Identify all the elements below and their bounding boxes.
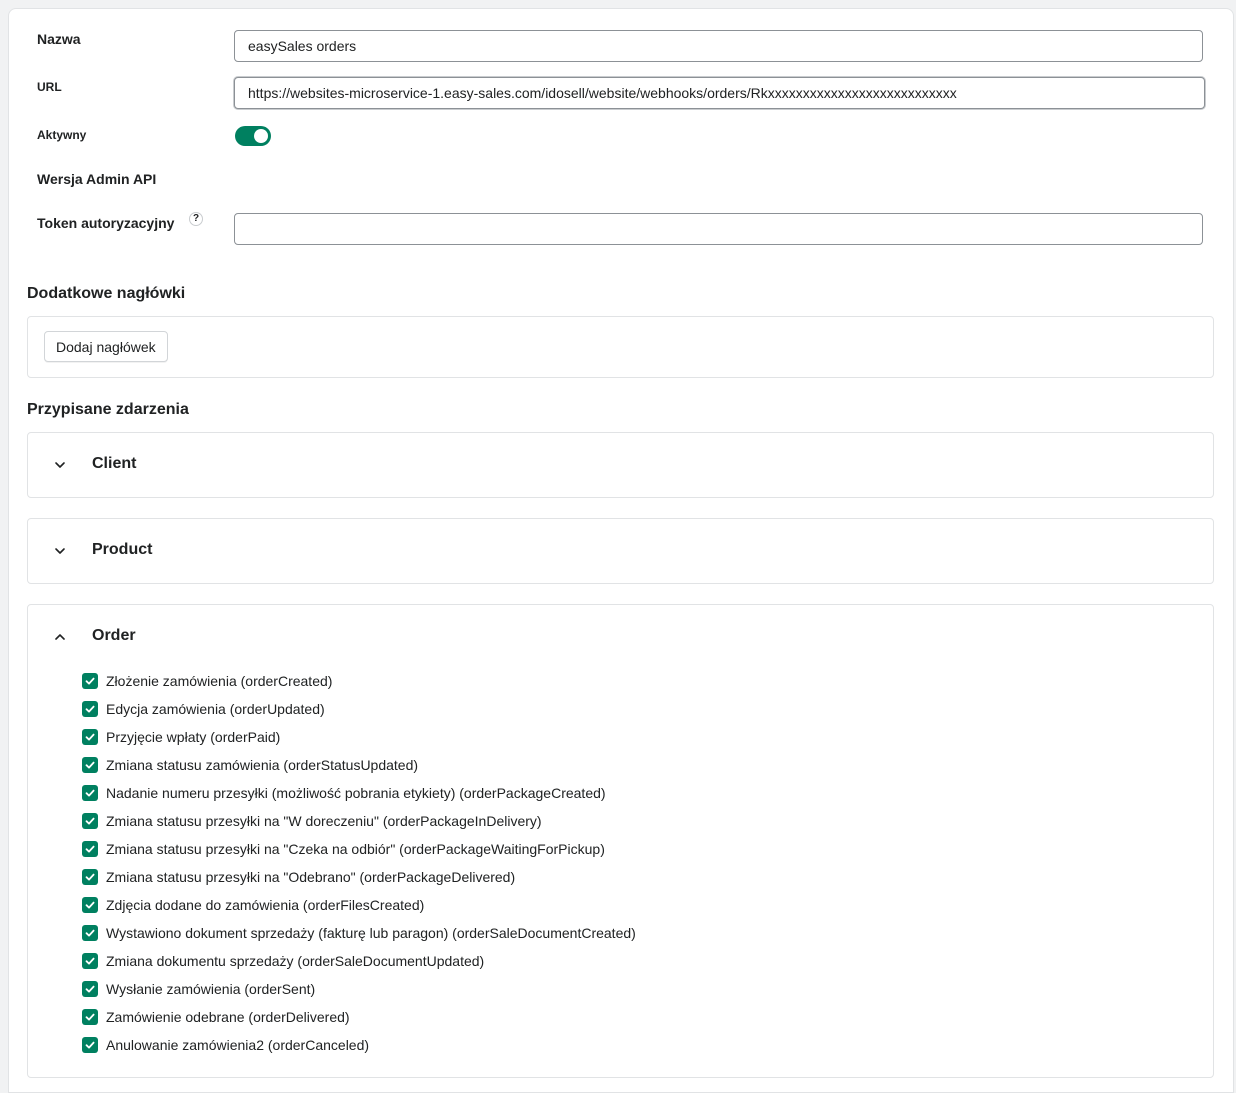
event-label: Przyjęcie wpłaty (orderPaid)	[106, 729, 281, 745]
list-item[interactable]: Zmiana dokumentu sprzedaży (orderSaleDoc…	[82, 947, 636, 975]
checkmark-icon	[85, 873, 95, 881]
checkbox[interactable]	[82, 841, 98, 857]
token-input[interactable]	[234, 213, 1203, 245]
event-label: Złożenie zamówienia (orderCreated)	[106, 673, 333, 689]
checkbox[interactable]	[82, 925, 98, 941]
checkbox[interactable]	[82, 1009, 98, 1025]
list-item[interactable]: Zmiana statusu przesyłki na "Czeka na od…	[82, 835, 636, 863]
event-label: Zmiana dokumentu sprzedaży (orderSaleDoc…	[106, 953, 485, 969]
event-label: Wystawiono dokument sprzedaży (fakturę l…	[106, 925, 636, 941]
event-label: Zdjęcia dodane do zamówienia (orderFiles…	[106, 897, 425, 913]
checkmark-icon	[85, 845, 95, 853]
token-label: Token autoryzacyjny	[37, 215, 175, 231]
list-item[interactable]: Wysłanie zamówienia (orderSent)	[82, 975, 636, 1003]
webhook-settings-panel: Nazwa URL Aktywny Wersja Admin API Token…	[8, 8, 1234, 1093]
list-item[interactable]: Zmiana statusu przesyłki na "Odebrano" (…	[82, 863, 636, 891]
checkmark-icon	[85, 985, 95, 993]
checkmark-icon	[85, 761, 95, 769]
headers-section-title: Dodatkowe nagłówki	[27, 285, 186, 302]
event-label: Wysłanie zamówienia (orderSent)	[106, 981, 316, 997]
checkmark-icon	[85, 1041, 95, 1049]
event-label: Zmiana statusu przesyłki na "Czeka na od…	[106, 841, 605, 857]
url-label: URL	[37, 80, 62, 94]
checkbox[interactable]	[82, 869, 98, 885]
checkmark-icon	[85, 901, 95, 909]
accordion-client: Client	[27, 432, 1214, 498]
url-input[interactable]	[234, 77, 1205, 109]
list-item[interactable]: Edycja zamówienia (orderUpdated)	[82, 695, 636, 723]
event-label: Zmiana statusu zamówienia (orderStatusUp…	[106, 757, 419, 773]
checkmark-icon	[85, 1013, 95, 1021]
list-item[interactable]: Złożenie zamówienia (orderCreated)	[82, 667, 636, 695]
checkbox[interactable]	[82, 981, 98, 997]
checkbox[interactable]	[82, 953, 98, 969]
checkbox[interactable]	[82, 897, 98, 913]
checkmark-icon	[85, 957, 95, 965]
accordion-client-label: Client	[92, 455, 137, 472]
headers-card: Dodaj nagłówek	[27, 316, 1214, 378]
toggle-knob	[254, 129, 268, 143]
checkmark-icon	[85, 705, 95, 713]
checkbox[interactable]	[82, 813, 98, 829]
api-version-label: Wersja Admin API	[37, 171, 157, 187]
checkbox[interactable]	[82, 701, 98, 717]
event-label: Zmiana statusu przesyłki na "Odebrano" (…	[106, 869, 516, 885]
checkmark-icon	[85, 733, 95, 741]
event-label: Anulowanie zamówienia2 (orderCanceled)	[106, 1037, 370, 1053]
checkbox[interactable]	[82, 757, 98, 773]
checkmark-icon	[85, 789, 95, 797]
chevron-down-icon	[55, 548, 65, 554]
name-input[interactable]	[234, 30, 1203, 62]
checkbox[interactable]	[82, 673, 98, 689]
checkbox[interactable]	[82, 785, 98, 801]
checkbox[interactable]	[82, 729, 98, 745]
list-item[interactable]: Nadanie numeru przesyłki (możliwość pobr…	[82, 779, 636, 807]
events-section-title: Przypisane zdarzenia	[27, 401, 189, 418]
add-header-button[interactable]: Dodaj nagłówek	[44, 331, 168, 362]
accordion-product-label: Product	[92, 541, 153, 558]
event-label: Zmiana statusu przesyłki na "W doreczeni…	[106, 813, 542, 829]
accordion-order-label: Order	[92, 627, 136, 644]
list-item[interactable]: Zamówienie odebrane (orderDelivered)	[82, 1003, 636, 1031]
list-item[interactable]: Zmiana statusu zamówienia (orderStatusUp…	[82, 751, 636, 779]
help-icon[interactable]: ?	[189, 212, 203, 226]
list-item[interactable]: Zmiana statusu przesyłki na "W doreczeni…	[82, 807, 636, 835]
checkbox[interactable]	[82, 1037, 98, 1053]
chevron-up-icon	[55, 634, 65, 640]
checkmark-icon	[85, 677, 95, 685]
chevron-down-icon	[55, 462, 65, 468]
checkmark-icon	[85, 929, 95, 937]
event-label: Nadanie numeru przesyłki (możliwość pobr…	[106, 785, 606, 801]
list-item[interactable]: Przyjęcie wpłaty (orderPaid)	[82, 723, 636, 751]
accordion-product-toggle[interactable]: Product	[28, 519, 1213, 583]
accordion-client-toggle[interactable]: Client	[28, 433, 1213, 497]
name-label: Nazwa	[37, 31, 81, 47]
checkmark-icon	[85, 817, 95, 825]
list-item[interactable]: Zdjęcia dodane do zamówienia (orderFiles…	[82, 891, 636, 919]
accordion-product: Product	[27, 518, 1214, 584]
active-label: Aktywny	[37, 128, 87, 142]
order-events-list: Złożenie zamówienia (orderCreated) Edycj…	[82, 667, 636, 1059]
accordion-order-toggle[interactable]: Order	[28, 605, 1213, 669]
active-toggle[interactable]	[235, 126, 271, 146]
event-label: Edycja zamówienia (orderUpdated)	[106, 701, 325, 717]
list-item[interactable]: Wystawiono dokument sprzedaży (fakturę l…	[82, 919, 636, 947]
list-item[interactable]: Anulowanie zamówienia2 (orderCanceled)	[82, 1031, 636, 1059]
event-label: Zamówienie odebrane (orderDelivered)	[106, 1009, 350, 1025]
accordion-order: Order Złożenie zamówienia (orderCreated)…	[27, 604, 1214, 1078]
